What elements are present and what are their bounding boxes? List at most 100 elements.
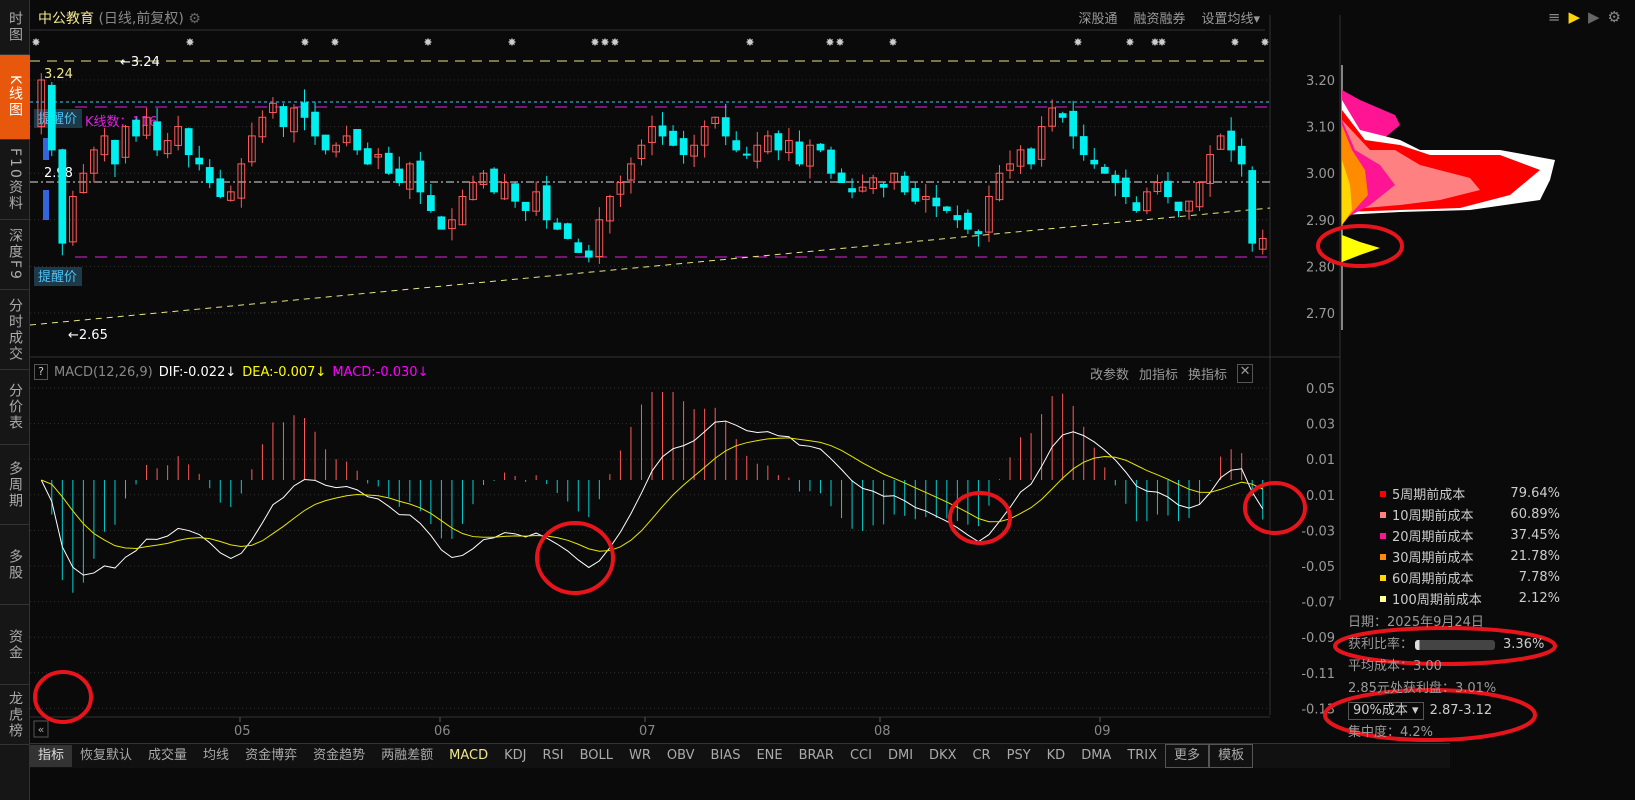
macd-tick: -0.03 [1301,524,1335,539]
candle-body [300,102,309,118]
candle-body [511,183,519,202]
legend-swatch [1380,574,1386,581]
candle-body [837,172,846,184]
candle-body [47,84,56,151]
candle-body [353,129,362,151]
profit-label: 获利比率： [1348,637,1414,652]
candle-body [416,160,425,193]
event-marker-icon: ✸ [1125,36,1134,49]
add-indicator-button[interactable]: 加指标 [1139,364,1178,383]
candle-body [974,231,983,235]
candle-body [216,178,225,198]
tab-11[interactable]: WR [621,745,659,767]
candle-body [942,206,951,211]
macd-value: MACD:-0.030↓ [332,364,429,380]
event-marker-icon: ✸ [330,36,339,49]
cost-range: 2.87-3.12 [1429,703,1493,718]
header-link[interactable]: 深股通 [1078,8,1117,27]
tab-5[interactable]: 资金趋势 [305,745,373,767]
cost-select[interactable]: 90%成本 ▾ [1348,702,1424,720]
legend-label: 20周期前成本 [1392,530,1474,545]
settings-icon[interactable]: ⚙ [1608,8,1621,26]
candle-body [848,188,856,193]
candle-body [542,185,551,221]
tab-1[interactable]: 恢复默认 [72,745,140,767]
tab-21[interactable]: KD [1039,745,1074,767]
price-tick: 3.10 [1306,121,1335,136]
tab-2[interactable]: 成交量 [140,745,195,767]
candle-body [1227,130,1236,151]
candle-body [363,148,372,165]
change-params-button[interactable]: 改参数 [1090,364,1129,383]
list-icon[interactable]: ≡ [1548,8,1561,26]
tab-16[interactable]: CCI [842,745,880,767]
candle-body [184,128,193,156]
indicator-tabs: 指标 恢复默认 成交量 均线 资金博弈 资金趋势 两融差额 MACD KDJ RSI BOLL WR O… [30,743,1450,768]
tab-24[interactable]: 更多 [1165,744,1210,768]
gear-icon[interactable]: ⚙ [188,11,201,27]
month-label: 07 [639,724,656,739]
tab-4[interactable]: 资金博弈 [237,745,305,767]
tab-0[interactable]: 指标 [30,745,73,767]
legend-swatch [1380,595,1386,602]
profit-bar [1415,639,1496,650]
period-label: (日线,前复权) [98,11,184,27]
header-link[interactable]: 设置均线▾ [1201,8,1260,27]
candle-body [279,106,288,128]
tab-17[interactable]: DMI [880,745,921,767]
tab-15[interactable]: BRAR [791,745,842,767]
candle-body [490,168,498,193]
tab-8[interactable]: KDJ [496,745,534,767]
tab-23[interactable]: TRIX [1119,745,1165,767]
dif-value: DIF:-0.022↓ [158,364,237,380]
candle-body [1248,170,1257,244]
candle-body [311,111,319,137]
profit-pct: 3.36% [1503,637,1545,652]
legend-item: 30周期前成本 21.78% [1380,546,1560,567]
chip-legend: 5周期前成本 79.64% 10周期前成本 60.89% 20周期前成本 37.45% 30… [1380,483,1560,609]
candle-body [574,242,583,253]
event-marker-icon: ✸ [1260,36,1269,49]
stock-name: 中公教育 [38,11,94,27]
chart-title: 中公教育 (日线,前复权) ⚙ [38,8,201,28]
event-marker-icon: ✸ [825,36,834,49]
candle-body [1090,159,1099,165]
header-link[interactable]: 融资融券 [1133,8,1185,27]
tab-19[interactable]: CR [964,745,998,767]
play-gray-icon[interactable]: ▶ [1588,8,1600,26]
candle-body [1121,177,1130,198]
candle-body [195,157,204,165]
candle-body [932,197,941,207]
macd-tick: -0.09 [1301,631,1335,646]
profit-at: 2.85元处获利盘：3.01% [1348,681,1497,696]
candle-body [1164,180,1172,198]
play-icon[interactable]: ▶ [1568,8,1580,26]
help-icon[interactable]: ? [34,364,48,380]
tab-9[interactable]: RSI [534,745,571,767]
tab-20[interactable]: PSY [999,745,1039,767]
legend-swatch [1380,511,1386,518]
candle-body [953,215,962,221]
annotation-circle [33,670,93,724]
tab-13[interactable]: BIAS [703,745,749,767]
candle-body [1100,166,1109,174]
candle-body [669,130,677,146]
candle-body [879,183,888,188]
tab-6[interactable]: 两融差额 [373,745,441,767]
switch-indicator-button[interactable]: 换指标 [1188,364,1227,383]
tab-25[interactable]: 模板 [1209,744,1254,768]
tab-3[interactable]: 均线 [195,745,237,767]
candle-body [1132,202,1141,211]
tab-12[interactable]: OBV [659,745,703,767]
legend-pct: 2.12% [1518,591,1560,606]
event-marker-icon: ✸ [888,36,897,49]
tab-22[interactable]: DMA [1073,745,1119,767]
tab-18[interactable]: DKX [921,745,964,767]
tab-14[interactable]: ENE [748,745,790,767]
annotation-circle [948,491,1012,545]
candle-body [679,138,688,156]
close-icon[interactable]: ✕ [1237,364,1254,383]
tab-10[interactable]: BOLL [572,745,621,767]
macd-tick: 0.03 [1306,418,1335,433]
tab-7[interactable]: MACD [441,745,496,767]
